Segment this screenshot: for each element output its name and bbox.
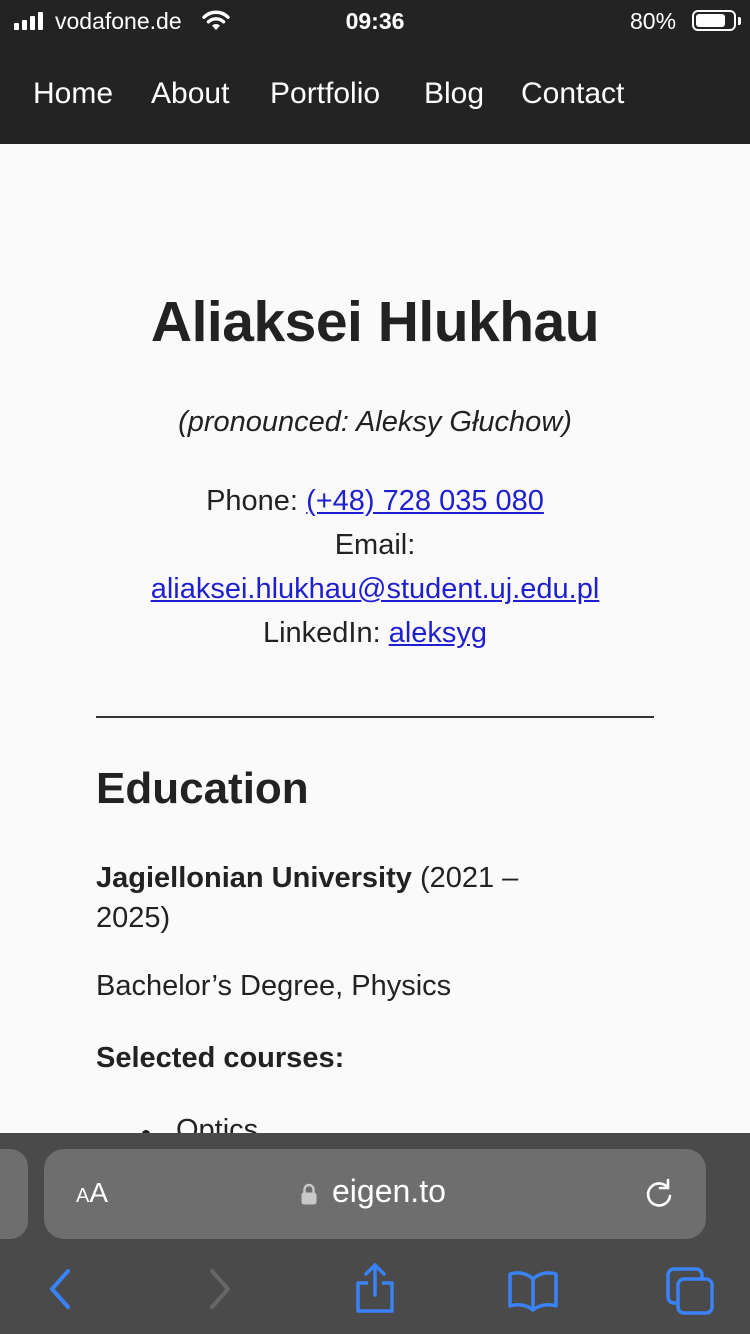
address-bar[interactable]: AA eigen.to bbox=[44, 1149, 706, 1239]
divider bbox=[96, 716, 654, 718]
nav-blog[interactable]: Blog bbox=[424, 70, 484, 118]
phone-line: Phone: (+48) 728 035 080 bbox=[96, 479, 654, 523]
linkedin-line: LinkedIn: aleksyg bbox=[96, 611, 654, 655]
education-heading: Education bbox=[96, 764, 309, 813]
back-icon[interactable] bbox=[44, 1259, 74, 1319]
bookmarks-icon[interactable] bbox=[506, 1259, 560, 1319]
list-item: Optics bbox=[141, 1114, 258, 1134]
site-navigation: Home About Portfolio Blog Contact bbox=[0, 70, 750, 118]
text-size-button[interactable]: AA bbox=[76, 1177, 108, 1209]
email-label: Email: bbox=[334, 529, 416, 561]
battery-icon bbox=[692, 10, 736, 31]
nav-contact[interactable]: Contact bbox=[521, 70, 624, 118]
linkedin-link[interactable]: aleksyg bbox=[389, 617, 487, 649]
email-line: aliaksei.hlukhau@student.uj.edu.pl bbox=[96, 567, 654, 611]
nav-about[interactable]: About bbox=[151, 70, 229, 118]
share-icon[interactable] bbox=[352, 1259, 398, 1319]
tabs-icon[interactable] bbox=[664, 1259, 718, 1319]
browser-toolbar bbox=[0, 1259, 750, 1329]
previous-tab-edge[interactable] bbox=[0, 1149, 28, 1239]
linkedin-label: LinkedIn: bbox=[262, 617, 389, 649]
page-content: Aliaksei Hlukhau (pronounced: Aleksy Głu… bbox=[96, 144, 654, 1134]
forward-icon[interactable] bbox=[204, 1259, 234, 1319]
courses-heading: Selected courses: bbox=[96, 1042, 345, 1074]
university-entry: Jagiellonian University (2021 – 2025) bbox=[96, 858, 654, 938]
top-bar: vodafone.de 09:36 80% Home About Portfol… bbox=[0, 0, 750, 144]
email-link[interactable]: aliaksei.hlukhau@student.uj.edu.pl bbox=[151, 573, 600, 605]
status-bar: vodafone.de 09:36 80% bbox=[0, 0, 750, 44]
phone-link[interactable]: (+48) 728 035 080 bbox=[306, 485, 544, 517]
battery-tip bbox=[738, 17, 741, 25]
degree: Bachelor’s Degree, Physics bbox=[96, 970, 452, 1002]
reload-icon[interactable] bbox=[642, 1177, 676, 1211]
university-years-start: (2021 – bbox=[411, 862, 519, 894]
battery-percentage: 80% bbox=[630, 8, 677, 34]
phone-label: Phone: bbox=[206, 485, 307, 517]
url-text[interactable]: eigen.to bbox=[332, 1173, 446, 1210]
contact-block: Phone: (+48) 728 035 080 Email: aliaksei… bbox=[96, 479, 654, 655]
browser-bottom-bar: AA eigen.to bbox=[0, 1133, 750, 1334]
page-title: Aliaksei Hlukhau bbox=[150, 290, 600, 354]
lock-icon bbox=[301, 1183, 317, 1205]
nav-portfolio[interactable]: Portfolio bbox=[270, 70, 380, 118]
nav-home[interactable]: Home bbox=[33, 70, 113, 118]
university-years-end: 2025) bbox=[96, 902, 171, 934]
university-name: Jagiellonian University bbox=[96, 862, 412, 894]
pronunciation-note: (pronounced: Aleksy Głuchow) bbox=[178, 406, 572, 438]
